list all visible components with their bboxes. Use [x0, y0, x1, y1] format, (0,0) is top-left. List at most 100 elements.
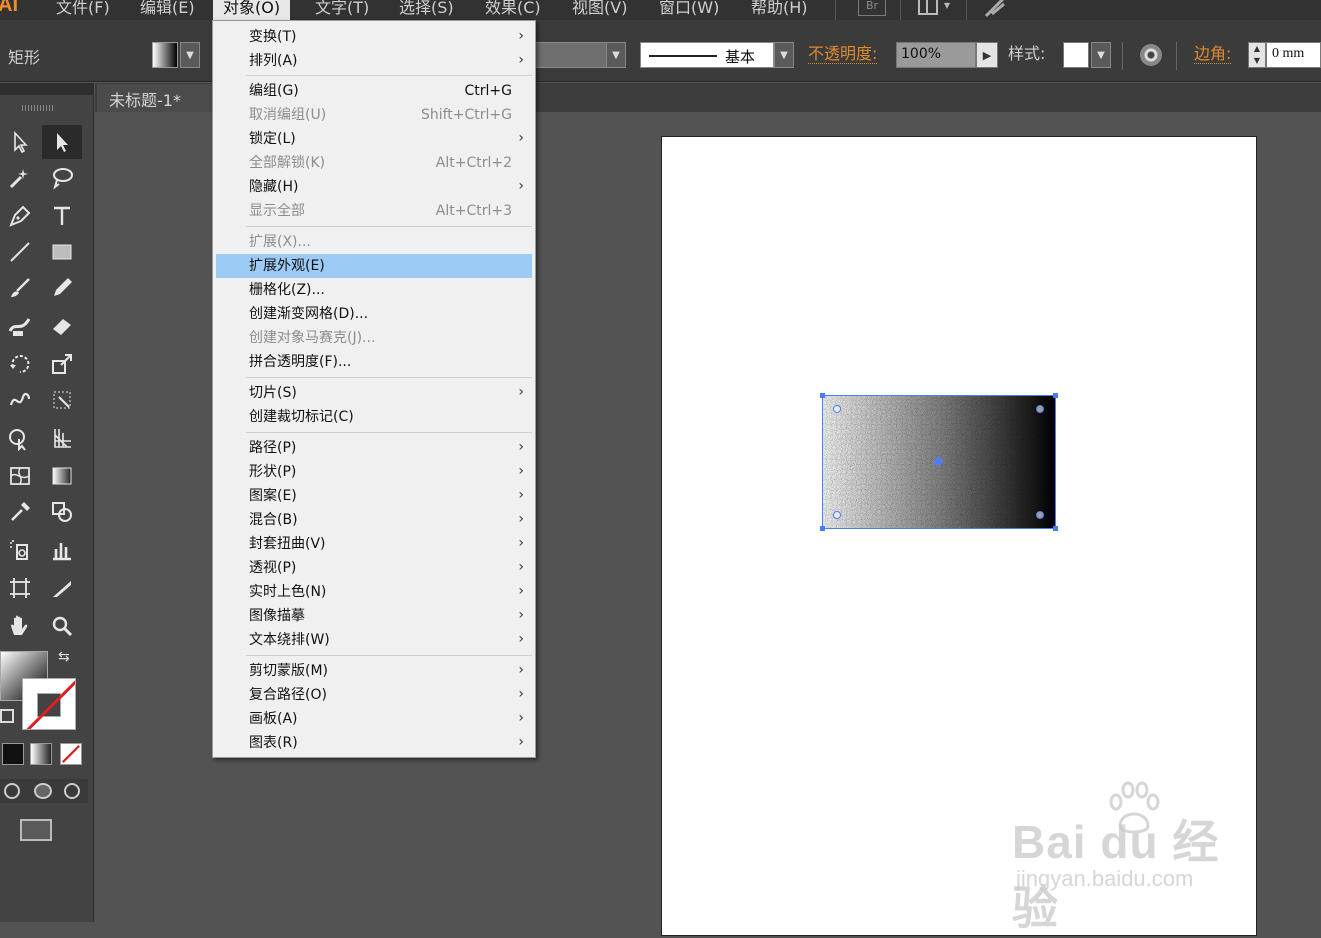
menu-item[interactable]: 扩展(X)...	[216, 230, 532, 254]
draw-behind-icon[interactable]	[34, 783, 52, 799]
warp-icon[interactable]	[0, 383, 40, 417]
menu-item[interactable]: 图表(R) ›	[216, 731, 532, 755]
menu-item[interactable]: 画板(A) ›	[216, 707, 532, 731]
menu-item[interactable]: 创建渐变网格(D)...	[216, 302, 532, 326]
menu-item[interactable]: 形状(P) ›	[216, 460, 532, 484]
menu-item[interactable]: 封套扭曲(V) ›	[216, 532, 532, 556]
menu-item[interactable]: 复合路径(O) ›	[216, 683, 532, 707]
menu-item[interactable]: 取消编组(U) Shift+Ctrl+G	[216, 103, 532, 127]
menu-item[interactable]: 排列(A) ›	[216, 49, 532, 73]
zoom-icon[interactable]	[42, 609, 82, 643]
fill-color-swatch[interactable]	[152, 42, 178, 68]
rectangle-icon[interactable]	[42, 235, 82, 269]
rotate-icon[interactable]	[0, 347, 40, 381]
stroke-weight-field[interactable]	[530, 42, 616, 68]
selection-handle[interactable]	[1053, 526, 1058, 531]
document-tab[interactable]: 未标题-1* @	[97, 84, 215, 130]
pencil-icon[interactable]	[42, 271, 82, 305]
column-graph-icon[interactable]	[42, 533, 82, 567]
menu-item[interactable]: 变换(T) ›	[216, 25, 532, 49]
selection-handle[interactable]	[820, 526, 825, 531]
menu-item[interactable]: 创建对象马赛克(J)...	[216, 326, 532, 350]
menu-file[interactable]: 文件(F)	[46, 0, 120, 20]
menu-view[interactable]: 视图(V)	[562, 0, 637, 20]
selected-noise-gradient-rectangle[interactable]	[820, 393, 1058, 531]
direct-selection-icon[interactable]	[42, 125, 82, 159]
type-icon[interactable]	[42, 199, 82, 233]
corner-radius-input[interactable]: 0 mm	[1266, 42, 1321, 68]
perspective-grid-icon[interactable]	[42, 421, 82, 455]
menu-item[interactable]: 路径(P) ›	[216, 436, 532, 460]
menu-select[interactable]: 选择(S)	[389, 0, 464, 20]
eyedropper-icon[interactable]	[0, 495, 40, 529]
menu-item[interactable]: 全部解锁(K) Alt+Ctrl+2	[216, 151, 532, 175]
slice-icon[interactable]	[42, 571, 82, 605]
menu-item[interactable]: 切片(S) ›	[216, 381, 532, 405]
stroke-color-box[interactable]	[22, 678, 76, 730]
menu-effect[interactable]: 效果(C)	[475, 0, 551, 20]
menu-window[interactable]: 窗口(W)	[649, 0, 729, 20]
chevron-down-icon[interactable]: ▾	[944, 0, 950, 12]
fill-dropdown-button[interactable]: ▼	[180, 42, 200, 68]
corner-label-link[interactable]: 边角:	[1194, 45, 1232, 64]
eraser-icon[interactable]	[42, 309, 82, 343]
blend-icon[interactable]	[42, 495, 82, 529]
corner-stepper[interactable]: ▲ ▼	[1248, 42, 1266, 68]
pen-icon[interactable]	[0, 199, 40, 233]
selection-icon[interactable]	[0, 125, 40, 159]
gradient-icon[interactable]	[42, 459, 82, 493]
panel-grip-icon[interactable]	[22, 105, 54, 111]
menu-item[interactable]: 图案(E) ›	[216, 484, 532, 508]
opacity-label-link[interactable]: 不透明度:	[808, 45, 878, 64]
recolor-artwork-icon[interactable]	[1140, 44, 1162, 66]
line-icon[interactable]	[0, 235, 40, 269]
hand-icon[interactable]	[0, 609, 40, 643]
live-corner-widget[interactable]	[833, 405, 841, 413]
menu-item[interactable]: 隐藏(H) ›	[216, 175, 532, 199]
blob-brush-icon[interactable]	[0, 309, 40, 343]
menu-item[interactable]: 剪切蒙版(M) ›	[216, 659, 532, 683]
bridge-button[interactable]: Br	[858, 0, 886, 16]
screen-mode-icon[interactable]	[20, 819, 52, 841]
menu-item[interactable]: 创建裁切标记(C)	[216, 405, 532, 429]
style-dropdown-button[interactable]: ▼	[1091, 42, 1111, 68]
draw-inside-icon[interactable]	[64, 783, 80, 799]
menu-item[interactable]: 编组(G) Ctrl+G	[216, 79, 532, 103]
menu-item[interactable]: 锁定(L) ›	[216, 127, 532, 151]
selection-handle[interactable]	[820, 393, 825, 398]
menu-item[interactable]: 拼合透明度(F)...	[216, 350, 532, 374]
graphic-style-swatch[interactable]	[1063, 42, 1089, 68]
live-corner-widget[interactable]	[833, 511, 841, 519]
menu-item[interactable]: 栅格化(Z)...	[216, 278, 532, 302]
menu-item[interactable]: 实时上色(N) ›	[216, 580, 532, 604]
shape-builder-icon[interactable]	[0, 421, 40, 455]
menu-item[interactable]: 图像描摹 ›	[216, 604, 532, 628]
menu-edit[interactable]: 编辑(E)	[130, 0, 205, 20]
mesh-icon[interactable]	[0, 459, 40, 493]
selection-handle[interactable]	[1053, 393, 1058, 398]
stroke-weight-dropdown[interactable]: ▼	[606, 42, 626, 68]
menu-help[interactable]: 帮助(H)	[741, 0, 818, 20]
free-transform-icon[interactable]	[42, 383, 82, 417]
menu-item[interactable]: 透视(P) ›	[216, 556, 532, 580]
menu-item[interactable]: 扩展外观(E)	[216, 254, 532, 278]
menu-item[interactable]: 显示全部 Alt+Ctrl+3	[216, 199, 532, 223]
menu-object[interactable]: 对象(O)	[213, 0, 291, 20]
live-corner-widget[interactable]	[1036, 511, 1044, 519]
paintbrush-icon[interactable]	[0, 271, 40, 305]
swap-colors-icon[interactable]: ⇆	[58, 649, 70, 665]
color-mode-icon[interactable]	[2, 743, 24, 765]
menu-type[interactable]: 文字(T)	[305, 0, 379, 20]
menu-item[interactable]: 混合(B) ›	[216, 508, 532, 532]
artboard-icon[interactable]	[0, 571, 40, 605]
magic-wand-icon[interactable]	[0, 161, 40, 195]
scale-icon[interactable]	[42, 347, 82, 381]
brush-definition-field[interactable]: 基本	[640, 42, 774, 68]
tools-panel-header[interactable]	[0, 83, 94, 95]
live-corner-widget[interactable]	[1036, 405, 1044, 413]
feather-icon[interactable]	[982, 0, 1008, 18]
symbol-sprayer-icon[interactable]	[0, 533, 40, 567]
opacity-arrow-button[interactable]: ▶	[976, 42, 998, 68]
brush-dropdown-button[interactable]: ▼	[774, 42, 794, 68]
none-mode-icon[interactable]	[60, 743, 82, 765]
